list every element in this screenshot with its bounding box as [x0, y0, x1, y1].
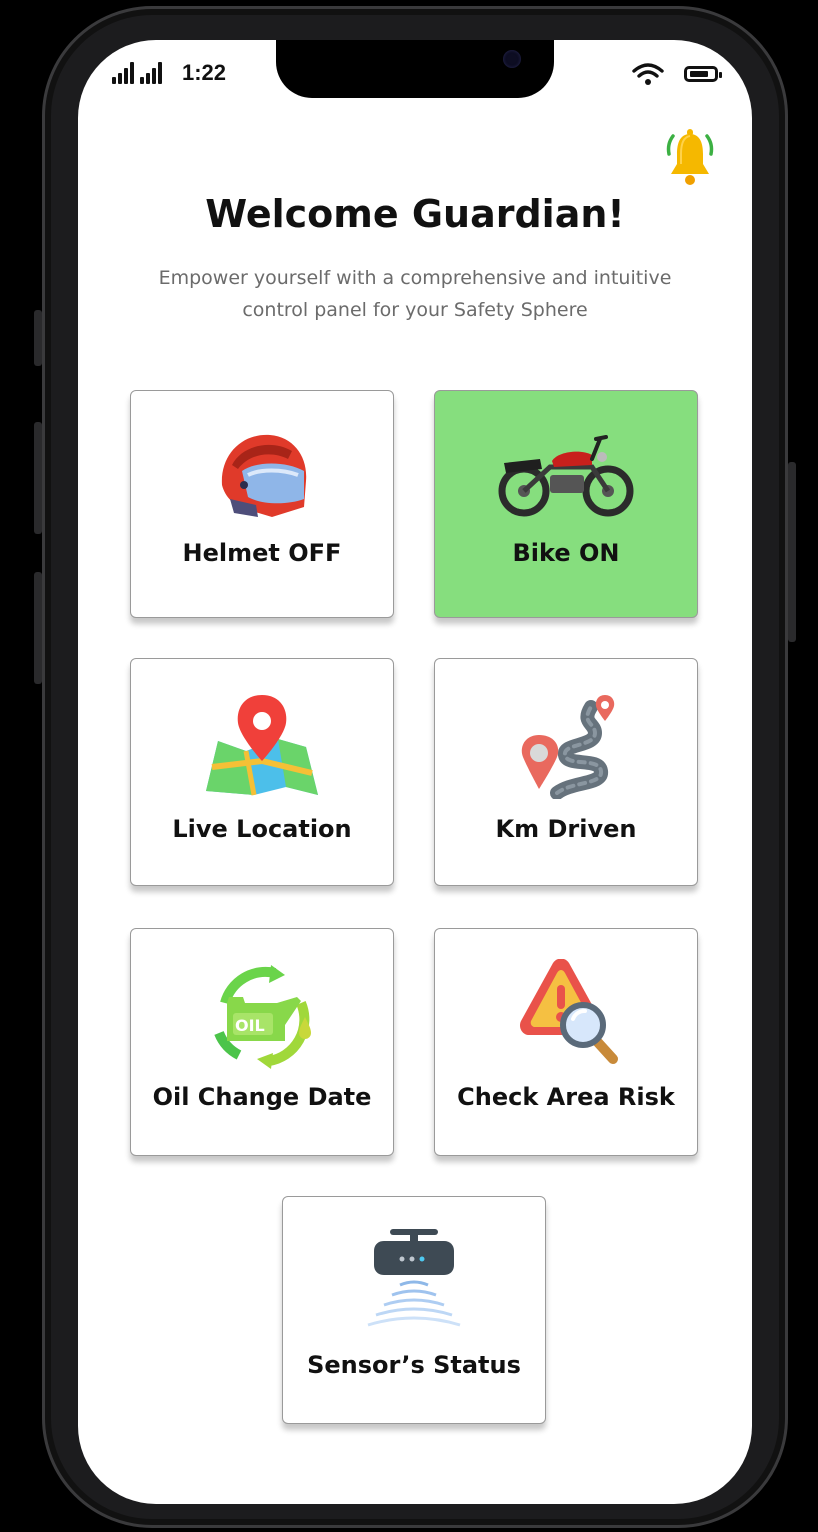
warning-search-icon — [520, 959, 618, 1064]
page-title: Welcome Guardian! — [205, 192, 625, 236]
tile-label: Check Area Risk — [457, 1083, 675, 1111]
app-screen: 1:22 Welcome Guardian! Empower yourself … — [78, 40, 752, 1504]
tile-label: Live Location — [172, 815, 352, 843]
oil-change-date-tile[interactable]: OIL Oil Change Date — [130, 928, 394, 1156]
map-pin-icon — [206, 695, 318, 796]
tile-label: Helmet OFF — [182, 539, 342, 567]
notification-bell-icon[interactable] — [664, 128, 716, 188]
bike-status-tile[interactable]: Bike ON — [434, 390, 698, 618]
tile-label: Bike ON — [512, 539, 620, 567]
route-icon — [521, 695, 615, 799]
check-area-risk-tile[interactable]: Check Area Risk — [434, 928, 698, 1156]
helmet-icon — [221, 434, 307, 517]
motorcycle-icon — [498, 435, 634, 517]
volume-up-button — [34, 422, 42, 534]
signal-strength-icon — [112, 62, 134, 84]
tile-label: Oil Change Date — [152, 1083, 372, 1111]
sensor-status-tile[interactable]: Sensor’s Status — [282, 1196, 546, 1424]
status-bar-left: 1:22 — [112, 62, 226, 84]
front-camera — [503, 50, 521, 68]
status-bar-right — [632, 62, 722, 86]
tile-label: Sensor’s Status — [307, 1351, 521, 1379]
live-location-tile[interactable]: Live Location — [130, 658, 394, 886]
wifi-icon — [632, 63, 664, 85]
oil-change-icon: OIL — [214, 965, 311, 1069]
helmet-status-tile[interactable]: Helmet OFF — [130, 390, 394, 618]
sensor-icon — [367, 1229, 461, 1327]
km-driven-tile[interactable]: Km Driven — [434, 658, 698, 886]
status-time: 1:22 — [182, 60, 227, 85]
battery-icon — [684, 66, 722, 82]
signal-strength-icon — [140, 62, 162, 84]
page-subtitle: Empower yourself with a comprehensive an… — [158, 267, 672, 321]
notch — [276, 40, 554, 98]
tile-label: Km Driven — [495, 815, 637, 843]
svg-text:OIL: OIL — [235, 1016, 265, 1035]
power-button — [788, 462, 796, 642]
mute-switch — [34, 310, 42, 366]
volume-down-button — [34, 572, 42, 684]
